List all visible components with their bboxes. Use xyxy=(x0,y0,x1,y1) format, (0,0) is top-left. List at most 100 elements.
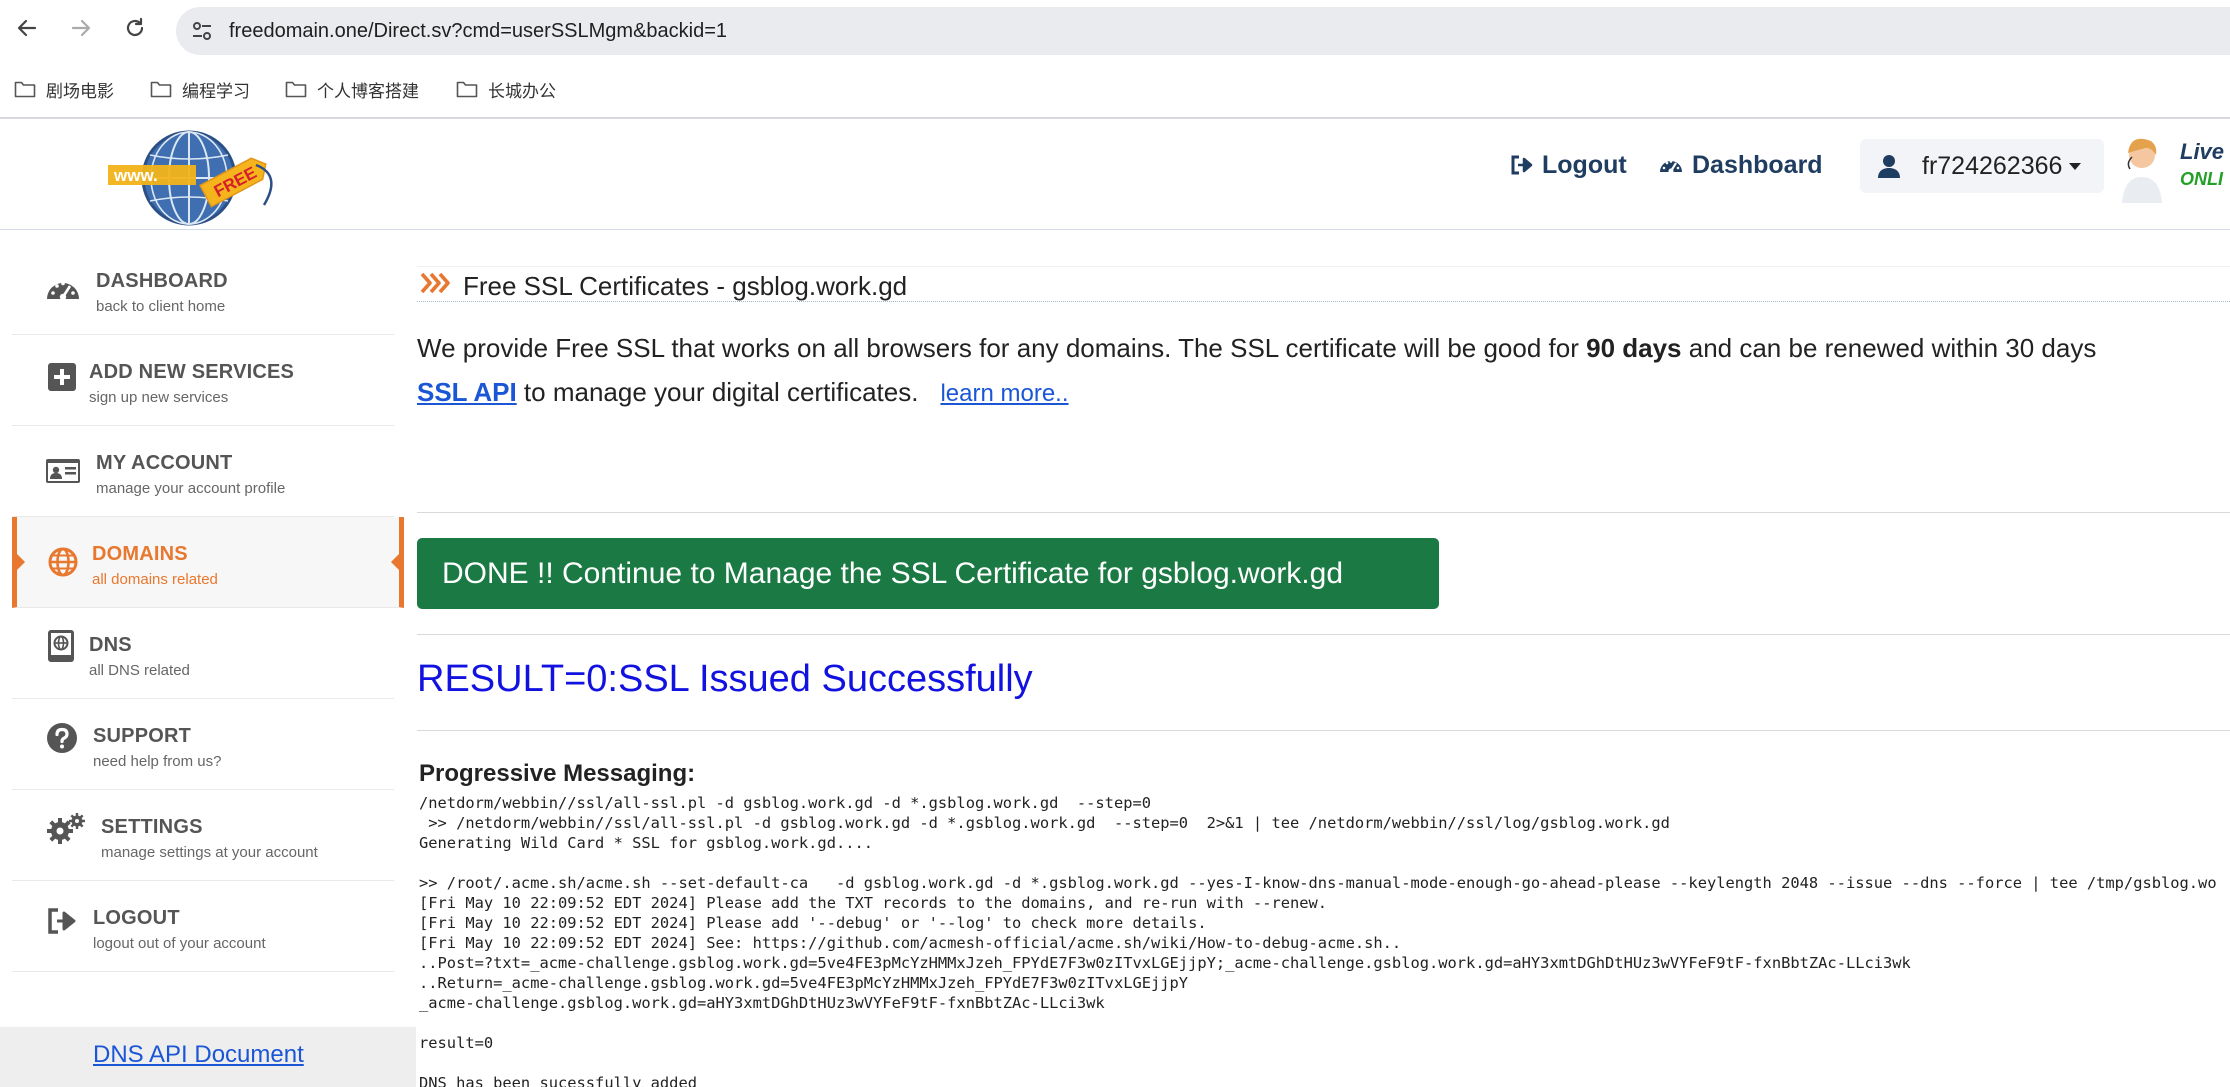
sidebar-item-title: MY ACCOUNT xyxy=(96,452,233,474)
learn-more-link[interactable]: learn more.. xyxy=(940,380,1068,407)
sidebar-item-subtitle: manage settings at your account xyxy=(101,844,318,861)
log-line: [Fri May 10 22:09:52 EDT 2024] Please ad… xyxy=(419,894,1328,912)
username: fr724262366 xyxy=(1922,151,2063,180)
sidebar-item-subtitle: logout out of your account xyxy=(93,935,266,952)
section-title-bar: Free SSL Certificates - gsblog.work.gd xyxy=(417,266,2230,302)
gears-icon xyxy=(47,813,85,844)
question-circle-icon xyxy=(47,723,77,753)
sidebar: DASHBOARD back to client home ADD NEW SE… xyxy=(0,230,416,1087)
sidebar-item-title: DNS xyxy=(89,634,132,656)
logout-label: Logout xyxy=(1542,150,1627,179)
globe-icon xyxy=(48,547,78,577)
intro-text: We provide Free SSL that works on all br… xyxy=(417,333,1587,363)
log-line: result=0 xyxy=(419,1034,494,1052)
sign-out-icon xyxy=(1511,155,1533,175)
result-message: RESULT=0:SSL Issued Successfully xyxy=(417,658,1033,700)
sidebar-footer: DNS API Document xyxy=(0,1027,416,1087)
log-line: [Fri May 10 22:09:52 EDT 2024] Please ad… xyxy=(419,914,1207,932)
intro-text: and can be renewed within 30 days xyxy=(1681,333,2097,363)
id-card-icon xyxy=(46,459,80,483)
bookmark-folder[interactable]: 个人博客搭建 xyxy=(285,75,419,103)
user-menu-dropdown[interactable]: fr724262366 xyxy=(1860,139,2104,193)
dashboard-link[interactable]: Dashboard xyxy=(1658,145,1823,185)
logout-link[interactable]: Logout xyxy=(1510,145,1627,185)
sidebar-item-dashboard[interactable]: DASHBOARD back to client home xyxy=(12,244,394,335)
back-button[interactable] xyxy=(12,13,42,43)
reload-button[interactable] xyxy=(120,13,150,43)
sidebar-item-settings[interactable]: SETTINGS manage settings at your account xyxy=(12,790,394,881)
sidebar-item-logout[interactable]: LOGOUT logout out of your account xyxy=(12,881,394,972)
sidebar-item-title: SETTINGS xyxy=(101,816,203,838)
log-line: ..Post=?txt=_acme-challenge.gsblog.work.… xyxy=(419,954,1911,972)
intro-text: to manage your digital certificates. xyxy=(516,377,919,407)
sidebar-item-subtitle: need help from us? xyxy=(93,753,222,770)
sidebar-item-subtitle: all domains related xyxy=(92,571,218,588)
log-line: _acme-challenge.gsblog.work.gd=aHY3xmtDG… xyxy=(419,994,1105,1012)
folder-icon xyxy=(150,81,172,98)
bookmark-folder[interactable]: 长城办公 xyxy=(456,75,556,103)
active-marker xyxy=(17,554,25,570)
sidebar-item-domains[interactable]: DOMAINS all domains related xyxy=(12,517,404,608)
sidebar-item-subtitle: manage your account profile xyxy=(96,480,286,497)
sidebar-item-support[interactable]: SUPPORT need help from us? xyxy=(12,699,394,790)
divider xyxy=(417,634,2230,635)
site-header: www. FREE Logout Dashboard fr724262366 L… xyxy=(0,119,2230,230)
bookmark-label: 个人博客搭建 xyxy=(317,81,419,101)
manage-ssl-button[interactable]: DONE !! Continue to Manage the SSL Certi… xyxy=(417,538,1439,609)
ssl-intro-text: We provide Free SSL that works on all br… xyxy=(417,326,2230,416)
bookmark-folder[interactable]: 编程学习 xyxy=(150,75,250,103)
user-icon xyxy=(1878,155,1900,178)
divider xyxy=(417,512,2230,513)
log-line: DNS has been sucessfully added xyxy=(419,1074,697,1087)
sidebar-item-subtitle: back to client home xyxy=(96,298,226,315)
sidebar-item-title: SUPPORT xyxy=(93,725,192,747)
log-line: >> /netdorm/webbin//ssl/all-ssl.pl -d gs… xyxy=(419,814,1670,832)
live-chat-label[interactable]: Live xyxy=(2180,139,2224,165)
sidebar-item-dns[interactable]: DNS all DNS related xyxy=(12,608,394,699)
bookmark-label: 长城办公 xyxy=(488,81,556,101)
caret-down-icon xyxy=(2069,163,2082,170)
folder-icon xyxy=(285,81,307,98)
arrow-right-icon xyxy=(71,19,91,37)
dashboard-gauge-icon xyxy=(47,281,79,301)
bookmark-folder[interactable]: 剧场电影 xyxy=(14,75,114,103)
dashboard-label: Dashboard xyxy=(1692,150,1823,179)
address-bar[interactable]: freedomain.one/Direct.sv?cmd=userSSLMgm&… xyxy=(176,7,2230,55)
double-chevron-right-icon xyxy=(420,272,450,294)
main-content: Free SSL Certificates - gsblog.work.gd W… xyxy=(417,230,2230,1087)
log-line: >> /root/.acme.sh/acme.sh --set-default-… xyxy=(419,874,2217,892)
log-line: Generating Wild Card * SSL for gsblog.wo… xyxy=(419,834,874,852)
site-logo[interactable]: www. FREE xyxy=(106,129,286,227)
log-line: /netdorm/webbin//ssl/all-ssl.pl -d gsblo… xyxy=(419,794,1152,812)
divider xyxy=(417,730,2230,731)
sidebar-item-add-new-services[interactable]: ADD NEW SERVICES sign up new services xyxy=(12,335,394,426)
progressive-messaging-heading: Progressive Messaging: xyxy=(419,760,696,787)
dns-book-icon xyxy=(48,630,74,662)
dns-api-document-link[interactable]: DNS API Document xyxy=(93,1041,304,1069)
url-text[interactable]: freedomain.one/Direct.sv?cmd=userSSLMgm&… xyxy=(229,7,727,55)
page-title: Free SSL Certificates - gsblog.work.gd xyxy=(463,271,908,301)
ssl-api-link[interactable]: SSL API xyxy=(417,377,517,407)
sidebar-item-title: DASHBOARD xyxy=(96,270,228,292)
dashboard-gauge-icon xyxy=(1660,160,1682,174)
logo-www-text: www. xyxy=(113,166,158,185)
bookmark-label: 编程学习 xyxy=(182,81,250,101)
plus-square-icon xyxy=(48,363,76,391)
bookmarks-bar: 剧场电影 编程学习 个人博客搭建 长城办公 xyxy=(0,61,2230,119)
log-line: [Fri May 10 22:09:52 EDT 2024] See: http… xyxy=(419,934,1402,952)
folder-icon xyxy=(456,81,478,98)
active-marker xyxy=(391,554,399,570)
sidebar-item-my-account[interactable]: MY ACCOUNT manage your account profile xyxy=(12,426,394,517)
site-settings-icon[interactable] xyxy=(190,19,214,43)
folder-icon xyxy=(14,81,36,98)
live-chat-status: ONLI xyxy=(2180,169,2223,189)
forward-button[interactable] xyxy=(66,13,96,43)
reload-icon xyxy=(126,17,144,37)
intro-bold-text: 90 days xyxy=(1586,333,1682,363)
sign-out-icon xyxy=(48,908,76,934)
arrow-left-icon xyxy=(17,19,37,37)
sidebar-item-subtitle: all DNS related xyxy=(89,662,190,679)
browser-toolbar: freedomain.one/Direct.sv?cmd=userSSLMgm&… xyxy=(0,0,2230,61)
